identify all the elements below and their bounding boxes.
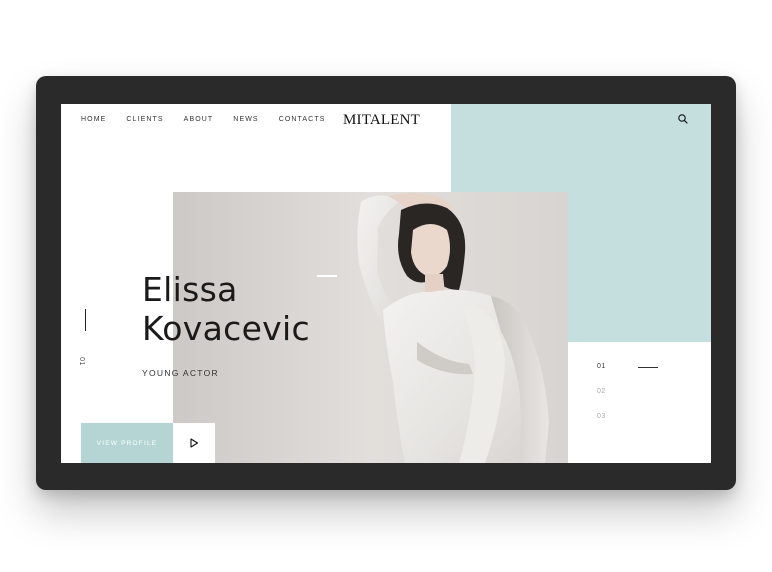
hero-name: Elissa Kovacevic <box>142 270 310 348</box>
nav-about[interactable]: ABOUT <box>184 116 214 124</box>
nav-clients[interactable]: CLIENTS <box>126 116 163 124</box>
website-screen: HOME CLIENTS ABOUT NEWS CONTACTS MITALEN… <box>61 104 711 463</box>
hero-last-name: Kovacevic <box>142 309 310 348</box>
hero-role: YOUNG ACTOR <box>142 368 219 378</box>
nav-news[interactable]: NEWS <box>233 116 258 124</box>
pager-item-03[interactable]: 03 <box>597 413 606 420</box>
view-profile-button[interactable]: VIEW PROFILE <box>81 423 173 463</box>
main-nav: HOME CLIENTS ABOUT NEWS CONTACTS <box>81 116 345 124</box>
brand-logo[interactable]: MITALENT <box>343 112 420 129</box>
search-button[interactable] <box>677 112 689 124</box>
nav-home[interactable]: HOME <box>81 116 106 124</box>
play-icon <box>190 438 199 448</box>
nav-contacts[interactable]: CONTACTS <box>279 116 326 124</box>
side-indicator-line <box>85 309 86 331</box>
pager-item-02[interactable]: 02 <box>597 388 606 395</box>
hero-first-name: Elissa <box>142 270 238 309</box>
play-button[interactable] <box>173 423 215 463</box>
search-icon <box>678 114 688 124</box>
side-index-number: 01 <box>77 357 85 366</box>
divider-line <box>317 275 337 277</box>
pager-active-line <box>638 367 658 368</box>
pager-item-01[interactable]: 01 <box>597 363 606 370</box>
